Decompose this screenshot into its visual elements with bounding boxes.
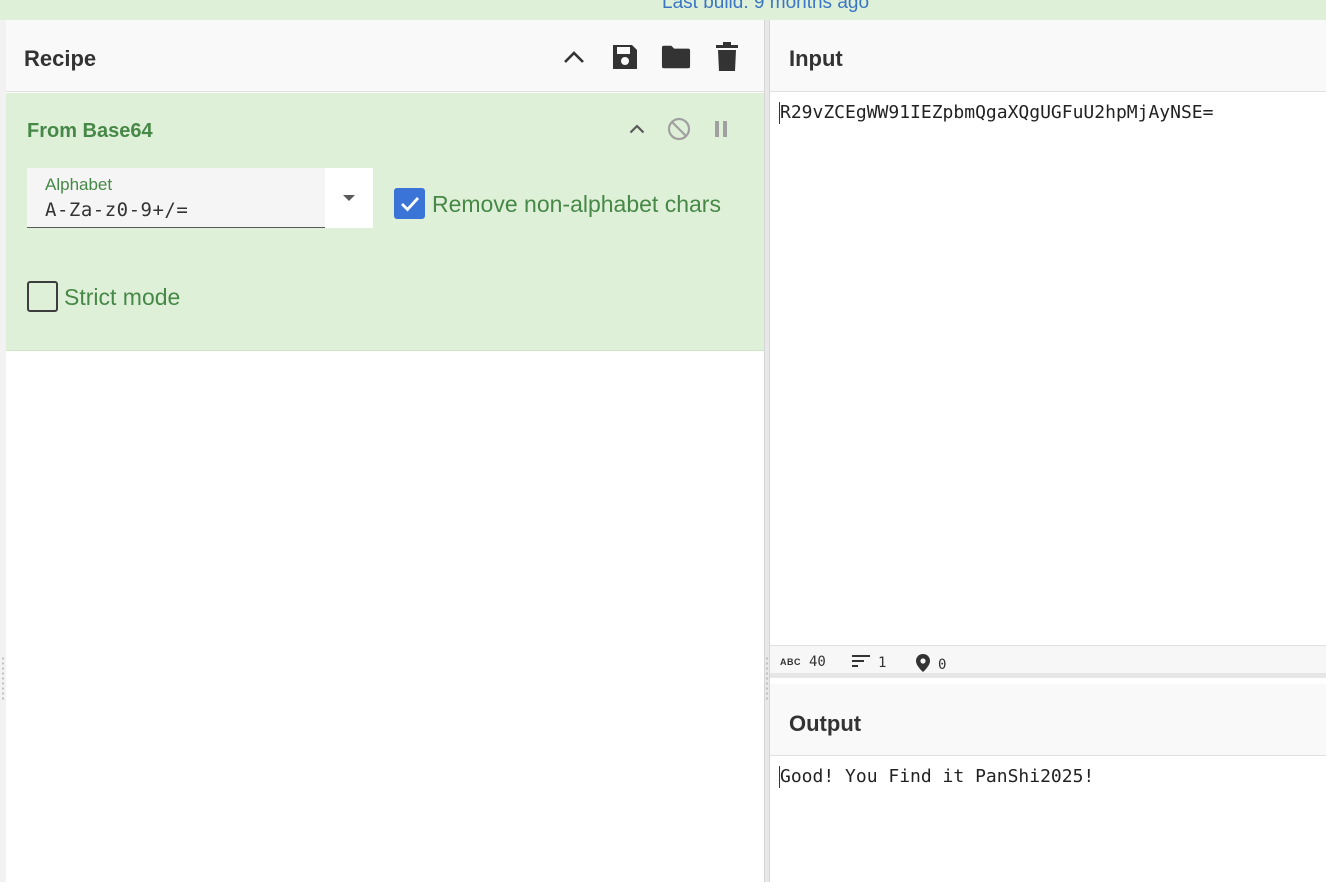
output-header: Output xyxy=(770,684,1326,756)
checkmark-icon xyxy=(400,196,419,212)
collapse-operation-icon[interactable] xyxy=(623,115,651,143)
input-textarea[interactable]: R29vZCEgWW91IEZpbmQgaXQgUGFuU2hpMjAyNSE= xyxy=(770,93,1326,645)
alphabet-select[interactable]: Alphabet A-Za-z0-9+/= xyxy=(27,168,373,228)
strict-mode-label[interactable]: Strict mode xyxy=(64,284,180,311)
lines-icon xyxy=(852,654,870,672)
remove-non-alphabet-label[interactable]: Remove non-alphabet chars xyxy=(432,191,721,218)
breakpoint-pause-icon[interactable] xyxy=(707,115,735,143)
output-textarea[interactable]: Good! You Find it PanShi2025! xyxy=(770,757,1326,882)
save-icon[interactable] xyxy=(610,42,640,72)
top-banner: Last build: 9 months ago xyxy=(0,0,1326,20)
input-status-bar: ABC 40 1 0 xyxy=(770,645,1326,678)
input-length-stat: ABC 40 xyxy=(780,654,826,670)
abc-length-icon: ABC xyxy=(780,657,801,667)
operation-name: From Base64 xyxy=(27,120,153,142)
input-position-stat: 0 xyxy=(916,654,946,676)
disable-operation-icon[interactable] xyxy=(665,115,693,143)
alphabet-input[interactable]: Alphabet A-Za-z0-9+/= xyxy=(27,168,325,228)
last-build-text: Last build: 9 months ago xyxy=(662,0,870,13)
alphabet-label: Alphabet xyxy=(45,175,113,194)
operation-from-base64[interactable]: From Base64 Alphabet A-Za-z0-9+/= Remove… xyxy=(6,93,764,351)
input-caret xyxy=(779,102,780,124)
alphabet-dropdown-button[interactable] xyxy=(325,168,373,228)
folder-icon[interactable] xyxy=(661,42,691,72)
output-title: Output xyxy=(789,711,862,736)
remove-non-alphabet-checkbox[interactable] xyxy=(394,188,425,219)
strict-mode-checkbox[interactable] xyxy=(27,281,58,312)
input-header: Input xyxy=(770,20,1326,92)
trash-icon[interactable] xyxy=(712,42,742,72)
location-pin-icon xyxy=(916,654,930,676)
input-lines-stat: 1 xyxy=(852,654,886,672)
chevron-up-icon[interactable] xyxy=(559,42,589,72)
left-resize-grip[interactable] xyxy=(2,656,4,702)
output-caret xyxy=(779,766,780,788)
input-length-value: 40 xyxy=(809,654,826,670)
input-position-value: 0 xyxy=(938,657,947,673)
alphabet-value: A-Za-z0-9+/= xyxy=(45,199,189,221)
panel-resize-grip[interactable] xyxy=(766,656,768,702)
input-lines-value: 1 xyxy=(878,655,887,671)
caret-down-icon xyxy=(342,189,356,207)
recipe-header: Recipe xyxy=(6,20,764,92)
recipe-title: Recipe xyxy=(24,46,97,71)
input-title: Input xyxy=(789,46,843,71)
